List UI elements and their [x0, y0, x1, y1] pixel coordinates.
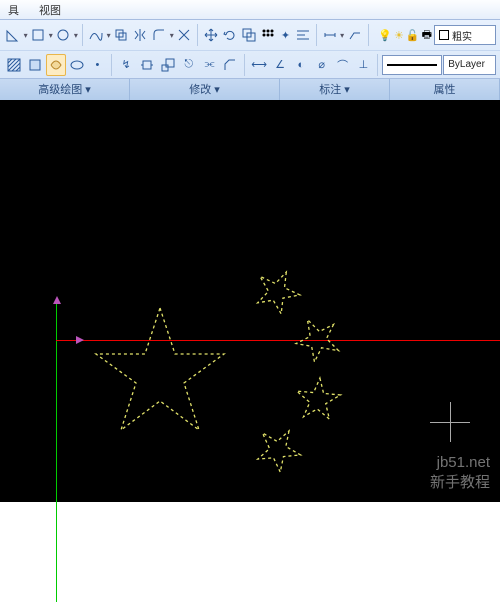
dropdown-icon[interactable]: ▾ — [48, 31, 53, 40]
join-icon[interactable]: ⫘ — [200, 54, 220, 76]
edit-icon[interactable]: ↯ — [116, 54, 136, 76]
mirror-icon[interactable] — [131, 24, 149, 46]
array-icon[interactable] — [259, 24, 277, 46]
move-icon[interactable] — [202, 24, 220, 46]
printer-icon[interactable]: 🖶 — [422, 26, 432, 45]
scale-icon[interactable] — [158, 54, 178, 76]
dim-diameter-icon[interactable]: ⌀ — [312, 54, 332, 76]
circle-icon[interactable] — [54, 24, 72, 46]
offset-icon[interactable] — [240, 24, 258, 46]
boundary-icon[interactable] — [46, 54, 66, 76]
small-star-2 — [290, 309, 349, 368]
big-star — [96, 308, 224, 430]
ribbon: ▾ ▾ ▾ ▾ ▾ ✦ ▾ 💡 ☀ 🔓 🖶 粗实 • ↯ — [0, 20, 500, 101]
trim-icon[interactable] — [175, 24, 193, 46]
lock-icon[interactable]: 🔓 — [406, 29, 420, 42]
dim-angle-icon[interactable]: ∠ — [270, 54, 290, 76]
panel-properties[interactable]: 属性 — [390, 79, 500, 100]
menubar: 具 视图 — [0, 0, 500, 20]
leader-icon[interactable] — [346, 24, 364, 46]
small-star-4 — [250, 420, 308, 477]
layer-selector[interactable]: 粗实 — [434, 25, 496, 45]
stretch-icon[interactable] — [137, 54, 157, 76]
chamfer-icon[interactable] — [220, 54, 240, 76]
watermark: jb51.net 新手教程 — [430, 453, 490, 492]
dropdown-icon[interactable]: ▾ — [169, 31, 174, 40]
small-star-3 — [295, 376, 342, 420]
region-icon[interactable] — [25, 54, 45, 76]
fillet-icon[interactable] — [150, 24, 168, 46]
angle-icon[interactable] — [4, 24, 22, 46]
rotate-icon[interactable] — [221, 24, 239, 46]
dim-arc-icon[interactable]: ⌒ — [333, 54, 353, 76]
panel-annotate[interactable]: 标注 ▾ — [280, 79, 390, 100]
lightbulb-icon[interactable]: 💡 — [378, 29, 392, 42]
linetype-selector[interactable] — [382, 55, 442, 75]
sun-icon[interactable]: ☀ — [394, 29, 404, 42]
point-icon[interactable]: • — [87, 54, 107, 76]
panel-labels: 高级绘图 ▾ 修改 ▾ 标注 ▾ 属性 — [0, 78, 500, 100]
dropdown-icon[interactable]: ▾ — [23, 31, 28, 40]
drawing-canvas[interactable]: jb51.net 新手教程 — [0, 100, 500, 502]
copy-icon[interactable] — [112, 24, 130, 46]
linetype-name[interactable]: ByLayer — [443, 55, 496, 75]
linear-dim-icon[interactable] — [321, 24, 339, 46]
ellipse-icon[interactable] — [67, 54, 87, 76]
menu-item[interactable]: 具 — [4, 0, 23, 20]
dim-ordinate-icon[interactable]: ⊥ — [354, 54, 374, 76]
drawing-svg — [0, 100, 500, 502]
panel-modify[interactable]: 修改 ▾ — [130, 79, 280, 100]
spline-icon[interactable] — [87, 24, 105, 46]
explode-icon[interactable]: ✦ — [278, 24, 293, 46]
dim-radius-icon[interactable]: ◐ — [291, 54, 311, 76]
panel-advanced-draw[interactable]: 高级绘图 ▾ — [0, 79, 130, 100]
break-icon[interactable]: ⎋ — [179, 54, 199, 76]
hatch-icon[interactable] — [4, 54, 24, 76]
square-icon[interactable] — [29, 24, 47, 46]
menu-item[interactable]: 视图 — [35, 0, 65, 20]
dropdown-icon[interactable]: ▾ — [340, 31, 345, 40]
dim-linear-icon[interactable]: ⟷ — [249, 54, 269, 76]
toolbar-row-2: • ↯ ⎋ ⫘ ⟷ ∠ ◐ ⌀ ⌒ ⊥ ByLayer — [0, 50, 500, 78]
dropdown-icon[interactable]: ▾ — [73, 31, 78, 40]
align-icon[interactable] — [294, 24, 312, 46]
toolbar-row-1: ▾ ▾ ▾ ▾ ▾ ✦ ▾ 💡 ☀ 🔓 🖶 粗实 — [0, 20, 500, 50]
layer-controls: 💡 ☀ 🔓 🖶 粗实 — [378, 25, 496, 45]
small-star-1 — [249, 263, 306, 318]
dropdown-icon[interactable]: ▾ — [106, 31, 111, 40]
